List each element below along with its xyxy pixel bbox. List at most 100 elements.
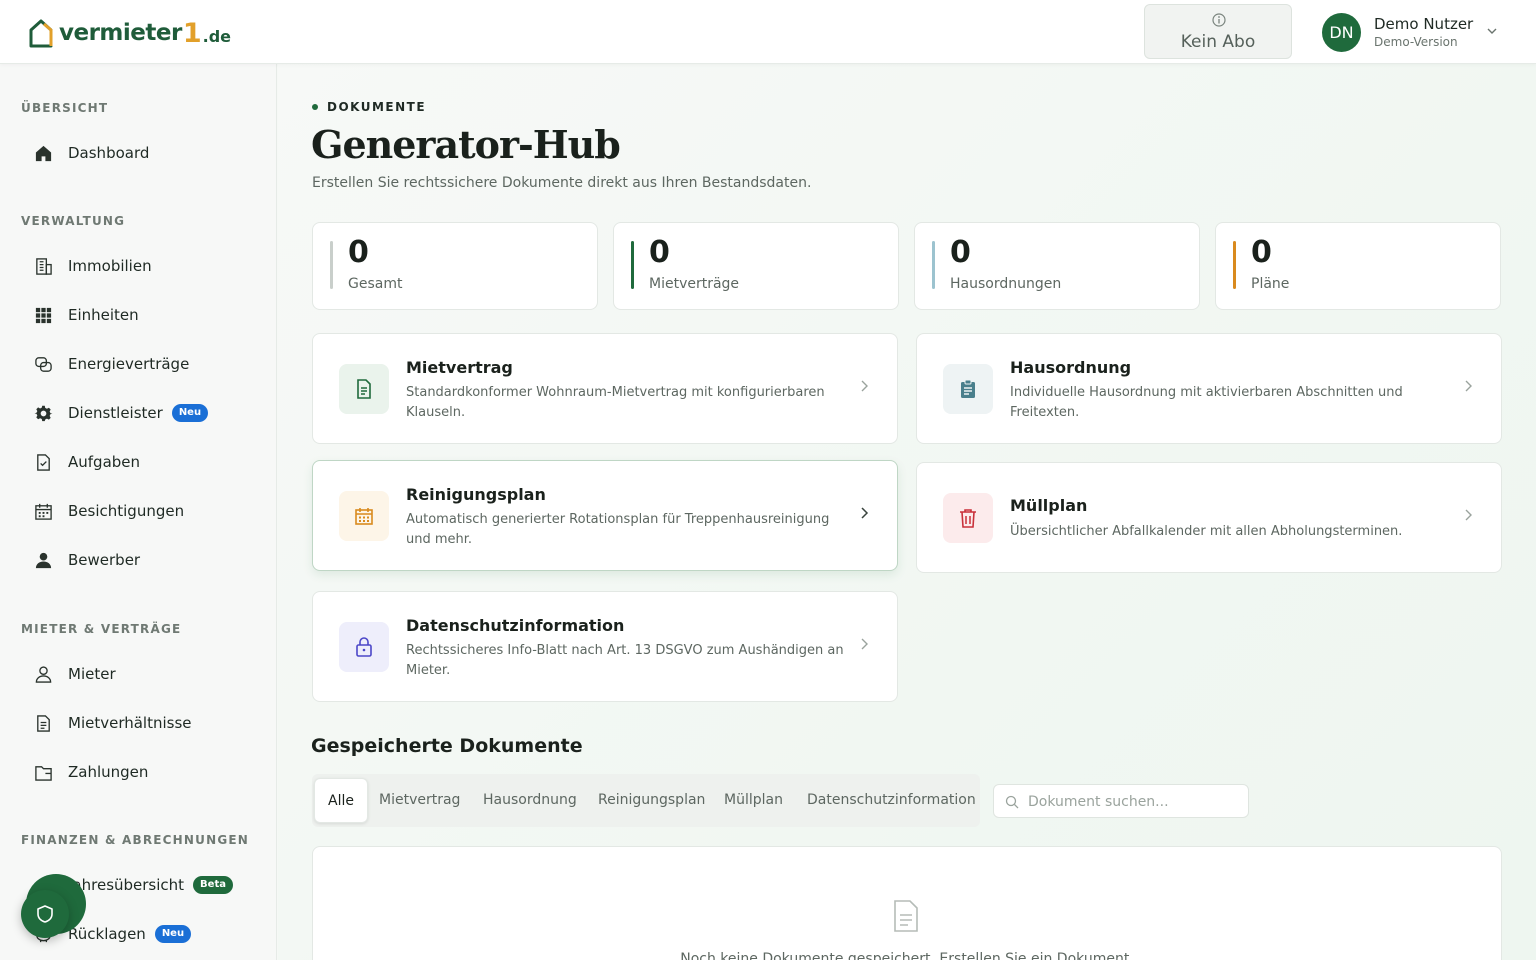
chevron-down-icon[interactable] [1485, 24, 1499, 38]
logo[interactable]: vermieter 1 .de [28, 17, 231, 49]
lock-icon [339, 622, 389, 672]
sidebar-item-dienstleister[interactable]: Dienstleister Neu [22, 393, 262, 433]
section-title-finanzen: FINANZEN & ABRECHNUNGEN [21, 833, 250, 847]
generator-card-hausordnung[interactable]: Hausordnung Individuelle Hausordnung mit… [916, 333, 1502, 444]
beta-badge: Beta [193, 876, 233, 894]
sidebar-item-label: Besichtigungen [68, 502, 185, 520]
tab-datenschutzinformation[interactable]: Datenschutzinformation [794, 778, 989, 823]
logo-tld: .de [202, 26, 232, 46]
sidebar-item-dashboard[interactable]: Dashboard [22, 133, 262, 173]
chevron-right-icon [861, 507, 869, 519]
stat-card-hausordnungen: 0 Hausordnungen [914, 222, 1200, 310]
top-bar: vermieter 1 .de Kein Abo DN Demo Nutzer … [0, 0, 1536, 64]
eyebrow-dot [312, 104, 318, 110]
document-search[interactable] [993, 784, 1249, 818]
stat-accent-bar [330, 241, 333, 289]
document-icon [33, 713, 53, 733]
sidebar-item-zahlungen[interactable]: Zahlungen [22, 752, 262, 792]
stat-label: Gesamt [348, 276, 403, 292]
trash-icon [943, 493, 993, 543]
generator-card-reinigungsplan[interactable]: Reinigungsplan Automatisch generierter R… [312, 460, 898, 571]
stat-accent-bar [1233, 241, 1236, 289]
eyebrow-label: DOKUMENTE [327, 100, 427, 114]
privacy-floating-button[interactable] [21, 890, 69, 938]
user-menu[interactable]: DN Demo Nutzer Demo-Version [1322, 12, 1497, 52]
card-title: Müllplan [1010, 496, 1088, 515]
stat-label: Hausordnungen [950, 276, 1062, 292]
tab-muellplan[interactable]: Müllplan [711, 778, 796, 823]
stat-label: Mietverträge [649, 276, 740, 292]
section-title-overview: ÜBERSICHT [21, 101, 109, 115]
subscription-button[interactable]: Kein Abo [1144, 4, 1292, 59]
house-logo-icon [29, 19, 53, 48]
card-title: Reinigungsplan [406, 485, 546, 504]
sidebar-item-label: Mieter [68, 665, 116, 683]
stat-value: 0 [1251, 235, 1272, 270]
card-description: Standardkonformer Wohnraum-Mietvertrag m… [406, 385, 825, 420]
stat-accent-bar [932, 241, 935, 289]
sidebar-item-besichtigungen[interactable]: Besichtigungen [22, 491, 262, 531]
stat-value: 0 [649, 235, 670, 270]
page-subtitle: Erstellen Sie rechtssichere Dokumente di… [312, 175, 812, 191]
sidebar-item-label: Bewerber [68, 551, 141, 569]
user-subtitle: Demo-Version [1374, 35, 1458, 49]
sidebar-item-bewerber[interactable]: Bewerber [22, 540, 262, 580]
user-name: Demo Nutzer [1374, 15, 1474, 33]
generator-card-muellplan[interactable]: Müllplan Übersichtlicher Abfallkalender … [916, 462, 1502, 573]
card-title: Mietvertrag [406, 358, 513, 377]
building-icon [33, 256, 53, 276]
tab-reinigungsplan[interactable]: Reinigungsplan [585, 778, 718, 823]
sidebar-item-energievertraege[interactable]: Energieverträge [22, 344, 262, 384]
sidebar-item-label: Dashboard [68, 144, 150, 162]
sidebar-item-label: Rücklagen [68, 925, 146, 943]
card-title: Datenschutzinformation [406, 616, 625, 635]
sidebar-item-immobilien[interactable]: Immobilien [22, 246, 262, 286]
sidebar-item-label: Aufgaben [68, 453, 141, 471]
user-filled-icon [33, 550, 53, 570]
sidebar-item-mietverhaeltnisse[interactable]: Mietverhältnisse [22, 703, 262, 743]
new-badge: Neu [154, 925, 192, 943]
sidebar-item-einheiten[interactable]: Einheiten [22, 295, 262, 335]
main-content: DOKUMENTE Generator-Hub Erstellen Sie re… [278, 64, 1536, 960]
user-outline-icon [33, 664, 53, 684]
task-icon [33, 452, 53, 472]
info-icon [1212, 13, 1226, 27]
generator-card-datenschutzinformation[interactable]: Datenschutzinformation Rechtssicheres In… [312, 591, 898, 702]
tab-alle[interactable]: Alle [314, 778, 368, 823]
section-eyebrow: DOKUMENTE [312, 100, 426, 114]
chevron-right-icon [1465, 509, 1472, 521]
chevron-right-icon [861, 380, 868, 392]
sidebar-item-label: Zahlungen [68, 763, 149, 781]
new-badge: Neu [171, 404, 209, 422]
logo-name: vermieter [59, 20, 182, 46]
sidebar-item-aufgaben[interactable]: Aufgaben [22, 442, 262, 482]
sidebar-item-label: Jahresübersicht [68, 876, 185, 894]
sidebar: ÜBERSICHT Dashboard VERWALTUNG Immobilie… [0, 64, 277, 960]
search-icon [1005, 795, 1019, 809]
stat-accent-bar [631, 241, 634, 289]
section-title-verwaltung: VERWALTUNG [21, 214, 126, 228]
sidebar-item-label: Mietverhältnisse [68, 714, 192, 732]
home-icon [33, 143, 53, 163]
generator-card-mietvertrag[interactable]: Mietvertrag Standardkonformer Wohnraum-M… [312, 333, 898, 444]
section-title-mieter-vertraege: MIETER & VERTRÄGE [21, 622, 182, 636]
chevron-right-icon [861, 638, 868, 650]
calendar-icon [339, 491, 389, 541]
tab-mietvertrag[interactable]: Mietvertrag [366, 778, 473, 823]
empty-state: Noch keine Dokumente gespeichert. Erstel… [312, 846, 1502, 960]
logo-one: 1 [182, 17, 202, 49]
search-input[interactable] [1028, 791, 1238, 813]
document-icon [339, 364, 389, 414]
sidebar-item-mieter[interactable]: Mieter [22, 654, 262, 694]
document-icon [894, 900, 918, 932]
card-description: Übersichtlicher Abfallkalender mit allen… [1010, 524, 1403, 539]
stat-value: 0 [348, 235, 369, 270]
stat-label: Pläne [1251, 276, 1290, 292]
card-description: Rechtssicheres Info-Blatt nach Art. 13 D… [406, 643, 844, 678]
stat-card-gesamt: 0 Gesamt [312, 222, 598, 310]
stat-card-plaene: 0 Pläne [1215, 222, 1501, 310]
empty-state-text: Noch keine Dokumente gespeichert. Erstel… [680, 951, 1134, 960]
subscription-label: Kein Abo [1180, 32, 1256, 52]
tab-hausordnung[interactable]: Hausordnung [470, 778, 590, 823]
grid-icon [33, 305, 53, 325]
